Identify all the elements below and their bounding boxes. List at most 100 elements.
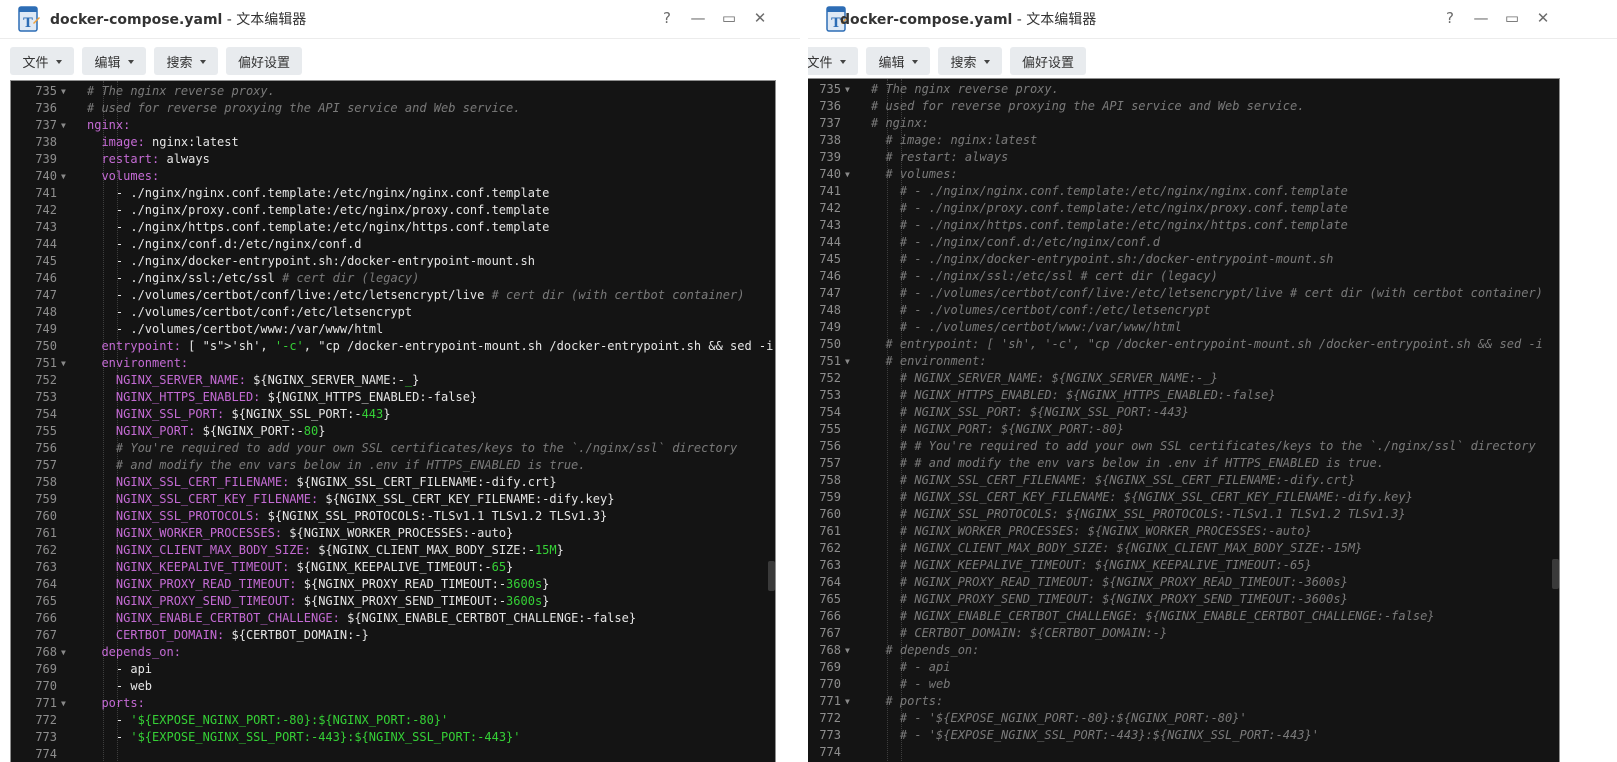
code-line[interactable]: 749 - ./volumes/certbot/www:/var/www/htm… [11,321,775,338]
maximize-icon[interactable]: ▭ [718,7,740,29]
code-line[interactable]: 762 # NGINX_CLIENT_MAX_BODY_SIZE: ${NGIN… [808,540,1559,557]
code-line[interactable]: 740 ▼ # volumes: [808,166,1559,183]
code-line[interactable]: 744 - ./nginx/conf.d:/etc/nginx/conf.d [11,236,775,253]
code-line[interactable]: 772 # - '${EXPOSE_NGINX_PORT:-80}:${NGIN… [808,710,1559,727]
code-line[interactable]: 767 # CERTBOT_DOMAIN: ${CERTBOT_DOMAIN:-… [808,625,1559,642]
menu-edit-button[interactable]: 编辑 [82,47,146,75]
code-line[interactable]: 748 - ./volumes/certbot/conf:/etc/letsen… [11,304,775,321]
code-line[interactable]: 751 ▼ # environment: [808,353,1559,370]
code-line[interactable]: 741 # - ./nginx/nginx.conf.template:/etc… [808,183,1559,200]
code-line[interactable]: 771 ▼ ports: [11,695,775,712]
code-line[interactable]: 739 restart: always [11,151,775,168]
scrollbar-thumb[interactable] [768,561,775,591]
code-line[interactable]: 773 # - '${EXPOSE_NGINX_SSL_PORT:-443}:$… [808,727,1559,744]
code-line[interactable]: 751 ▼ environment: [11,355,775,372]
code-line[interactable]: 770 - web [11,678,775,695]
code-line[interactable]: 762 NGINX_CLIENT_MAX_BODY_SIZE: ${NGINX_… [11,542,775,559]
code-line[interactable]: 749 # - ./volumes/certbot/www:/var/www/h… [808,319,1559,336]
code-line[interactable]: 757 # and modify the env vars below in .… [11,457,775,474]
code-line[interactable]: 737 # nginx: [808,115,1559,132]
help-icon[interactable]: ? [1439,7,1461,29]
code-line[interactable]: 735 ▼ # The nginx reverse proxy. [11,83,775,100]
code-line[interactable]: 760 # NGINX_SSL_PROTOCOLS: ${NGINX_SSL_P… [808,506,1559,523]
code-line[interactable]: 757 # # and modify the env vars below in… [808,455,1559,472]
code-line[interactable]: 763 # NGINX_KEEPALIVE_TIMEOUT: ${NGINX_K… [808,557,1559,574]
code-line[interactable]: 764 # NGINX_PROXY_READ_TIMEOUT: ${NGINX_… [808,574,1559,591]
maximize-icon[interactable]: ▭ [1501,7,1523,29]
code-line[interactable]: 771 ▼ # ports: [808,693,1559,710]
code-line[interactable]: 738 image: nginx:latest [11,134,775,151]
code-line[interactable]: 761 # NGINX_WORKER_PROCESSES: ${NGINX_WO… [808,523,1559,540]
code-line[interactable]: 761 NGINX_WORKER_PROCESSES: ${NGINX_WORK… [11,525,775,542]
code-line[interactable]: 754 # NGINX_SSL_PORT: ${NGINX_SSL_PORT:-… [808,404,1559,421]
code-line[interactable]: 741 - ./nginx/nginx.conf.template:/etc/n… [11,185,775,202]
fold-arrow-icon[interactable]: ▼ [61,355,66,372]
title-bar[interactable]: T docker-compose.yaml - 文本编辑器 ? — ▭ ✕ [0,0,800,39]
code-editor[interactable]: 735 ▼ # The nginx reverse proxy. 736 # used … [808,78,1560,762]
code-line[interactable]: 742 # - ./nginx/proxy.conf.template:/etc… [808,200,1559,217]
preferences-button[interactable]: 偏好设置 [1010,47,1086,75]
fold-arrow-icon[interactable]: ▼ [61,644,66,661]
code-line[interactable]: 756 # # You're required to add your own … [808,438,1559,455]
minimize-icon[interactable]: — [1470,7,1492,29]
code-line[interactable]: 750 entrypoint: [ "s">'sh', '-c', "cp /d… [11,338,775,355]
menu-edit-button[interactable]: 编辑 [866,47,930,75]
code-line[interactable]: 748 # - ./volumes/certbot/conf:/etc/lets… [808,302,1559,319]
code-editor[interactable]: 735 ▼ # The nginx reverse proxy. 736 # used … [10,80,776,762]
close-icon[interactable]: ✕ [749,7,771,29]
code-line[interactable]: 736 # used for reverse proxying the API s… [11,100,775,117]
menu-file-button[interactable]: 文件 [10,47,74,75]
code-line[interactable]: 759 # NGINX_SSL_CERT_KEY_FILENAME: ${NGI… [808,489,1559,506]
code-line[interactable]: 772 - '${EXPOSE_NGINX_PORT:-80}:${NGINX_… [11,712,775,729]
fold-arrow-icon[interactable]: ▼ [61,83,66,100]
code-line[interactable]: 758 # NGINX_SSL_CERT_FILENAME: ${NGINX_S… [808,472,1559,489]
fold-arrow-icon[interactable]: ▼ [61,168,66,185]
code-line[interactable]: 763 NGINX_KEEPALIVE_TIMEOUT: ${NGINX_KEE… [11,559,775,576]
code-line[interactable]: 753 NGINX_HTTPS_ENABLED: ${NGINX_HTTPS_E… [11,389,775,406]
code-line[interactable]: 744 # - ./nginx/conf.d:/etc/nginx/conf.d [808,234,1559,251]
menu-search-button[interactable]: 搜索 [938,47,1002,75]
scrollbar-thumb[interactable] [1552,559,1559,589]
code-line[interactable]: 773 - '${EXPOSE_NGINX_SSL_PORT:-443}:${N… [11,729,775,746]
code-line[interactable]: 736 # used for reverse proxying the API s… [808,98,1559,115]
code-line[interactable]: 765 # NGINX_PROXY_SEND_TIMEOUT: ${NGINX_… [808,591,1559,608]
code-line[interactable]: 764 NGINX_PROXY_READ_TIMEOUT: ${NGINX_PR… [11,576,775,593]
code-line[interactable]: 768 ▼ depends_on: [11,644,775,661]
code-line[interactable]: 769 - api [11,661,775,678]
code-line[interactable]: 739 # restart: always [808,149,1559,166]
fold-arrow-icon[interactable]: ▼ [61,695,66,712]
code-line[interactable]: 743 # - ./nginx/https.conf.template:/etc… [808,217,1559,234]
code-line[interactable]: 769 # - api [808,659,1559,676]
code-line[interactable]: 753 # NGINX_HTTPS_ENABLED: ${NGINX_HTTPS… [808,387,1559,404]
help-icon[interactable]: ? [656,7,678,29]
code-line[interactable]: 767 CERTBOT_DOMAIN: ${CERTBOT_DOMAIN:-} [11,627,775,644]
code-line[interactable]: 740 ▼ volumes: [11,168,775,185]
code-line[interactable]: 756 # You're required to add your own SS… [11,440,775,457]
code-line[interactable]: 770 # - web [808,676,1559,693]
code-line[interactable]: 766 NGINX_ENABLE_CERTBOT_CHALLENGE: ${NG… [11,610,775,627]
code-line[interactable]: 760 NGINX_SSL_PROTOCOLS: ${NGINX_SSL_PRO… [11,508,775,525]
preferences-button[interactable]: 偏好设置 [226,47,302,75]
code-line[interactable]: 759 NGINX_SSL_CERT_KEY_FILENAME: ${NGINX… [11,491,775,508]
code-line[interactable]: 774 [11,746,775,762]
fold-arrow-icon[interactable]: ▼ [845,166,850,183]
fold-arrow-icon[interactable]: ▼ [845,693,850,710]
code-line[interactable]: 738 # image: nginx:latest [808,132,1559,149]
code-line[interactable]: 768 ▼ # depends_on: [808,642,1559,659]
fold-arrow-icon[interactable]: ▼ [845,81,850,98]
code-line[interactable]: 745 - ./nginx/docker-entrypoint.sh:/dock… [11,253,775,270]
fold-arrow-icon[interactable]: ▼ [845,642,850,659]
code-line[interactable]: 743 - ./nginx/https.conf.template:/etc/n… [11,219,775,236]
code-line[interactable]: 747 - ./volumes/certbot/conf/live:/etc/l… [11,287,775,304]
menu-file-button[interactable]: 文件 [808,47,858,75]
minimize-icon[interactable]: — [687,7,709,29]
menu-search-button[interactable]: 搜索 [154,47,218,75]
code-line[interactable]: 766 # NGINX_ENABLE_CERTBOT_CHALLENGE: ${… [808,608,1559,625]
code-line[interactable]: 735 ▼ # The nginx reverse proxy. [808,81,1559,98]
code-line[interactable]: 755 # NGINX_PORT: ${NGINX_PORT:-80} [808,421,1559,438]
code-line[interactable]: 750 # entrypoint: [ 'sh', '-c', "cp /doc… [808,336,1559,353]
code-line[interactable]: 742 - ./nginx/proxy.conf.template:/etc/n… [11,202,775,219]
fold-arrow-icon[interactable]: ▼ [61,117,66,134]
code-line[interactable]: 745 # - ./nginx/docker-entrypoint.sh:/do… [808,251,1559,268]
code-line[interactable]: 737 ▼ nginx: [11,117,775,134]
